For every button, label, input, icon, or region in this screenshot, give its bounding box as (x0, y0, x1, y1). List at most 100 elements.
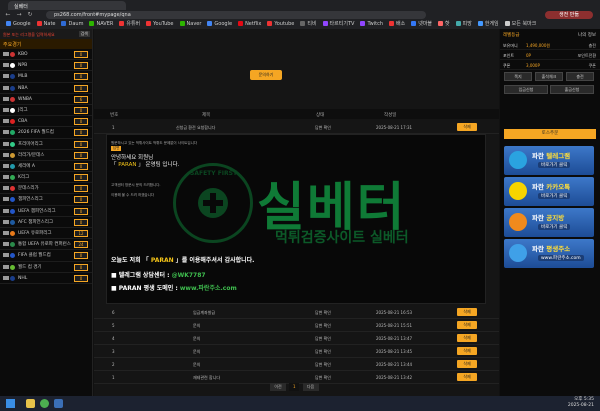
flag-icon (3, 242, 9, 247)
league-item[interactable]: 월드 컵 경기 0 (0, 262, 92, 273)
bookmark-item[interactable]: Google (6, 20, 31, 29)
bookmark-item[interactable]: NAVER (89, 20, 113, 29)
bookmark-item[interactable]: 핫 (438, 20, 450, 29)
league-item[interactable]: 세리에 A 0 (0, 161, 92, 173)
message-button[interactable]: 쪽지 (504, 72, 532, 81)
league-logo-icon (10, 208, 15, 214)
forward-icon[interactable]: → (15, 11, 23, 19)
bookmark-item[interactable]: Nate (36, 20, 55, 29)
banner-3[interactable]: 파란 공지방 바로가기 클릭 (504, 208, 594, 237)
bookmark-item[interactable]: 티비 (300, 20, 317, 29)
league-search[interactable]: 원본 또는 리그명을 입력하세요 검색 (0, 29, 92, 39)
league-item[interactable]: WNBA 6 (0, 94, 92, 105)
table-row[interactable]: 5 문의 답변 확인 2025-08-21 15:51 삭제 (94, 319, 499, 332)
bookmark-item[interactable]: Daum (61, 20, 83, 29)
deposit-link[interactable]: 충전 (589, 43, 596, 49)
bookmark-item[interactable]: 피망 (455, 20, 472, 29)
search-button[interactable]: 검색 (78, 31, 90, 37)
inquiry-button[interactable]: 문의하기 (250, 70, 282, 80)
league-logo-icon (10, 242, 15, 248)
table-row[interactable]: 6 임금계좌발급 답변 확인 2025-08-21 16:53 삭제 (94, 306, 499, 319)
delete-button[interactable]: 삭제 (457, 360, 477, 368)
league-item[interactable]: UEFA 유로파리그 12 (0, 228, 92, 240)
app-icon[interactable] (54, 399, 63, 408)
league-item[interactable]: NHL 0 (0, 273, 92, 284)
bookmark-item[interactable]: 모든 북마크 (504, 20, 536, 29)
chrome-icon[interactable] (40, 399, 49, 408)
row-number: 1 (112, 125, 115, 130)
flag-icon (3, 208, 9, 213)
delete-button[interactable]: 삭제 (457, 308, 477, 316)
league-item[interactable]: 라리가/분데스 0 (0, 150, 92, 161)
league-item[interactable]: 분데스리가 0 (0, 183, 92, 195)
bookmark-item[interactable]: 한게임 (477, 20, 499, 29)
attendance-button[interactable]: 출석체크 (535, 72, 563, 81)
league-item[interactable]: K리그 0 (0, 172, 92, 184)
bookmark-item[interactable]: 배소 (389, 20, 405, 29)
delete-button[interactable]: 삭제 (457, 334, 477, 342)
address-bar[interactable]: ps268.com/front#mypage/qna (46, 11, 426, 19)
toss-order-button[interactable]: 토스주문 (504, 129, 596, 139)
delete-button[interactable]: 삭제 (457, 373, 477, 381)
deposit-request-button[interactable]: 입금신청 (504, 85, 548, 94)
table-row[interactable]: 2 문의 답변 확인 2025-08-21 13:44 삭제 (94, 358, 499, 371)
delete-button[interactable]: 삭제 (457, 347, 477, 355)
reload-icon[interactable]: ↻ (26, 11, 34, 19)
bookmark-item[interactable]: Google (207, 20, 232, 29)
league-item[interactable]: AFC 챔피언스리그 0 (0, 217, 92, 228)
table-row[interactable]: 3 문의 답변 확인 2025-08-21 13:45 삭제 (94, 345, 499, 358)
start-icon[interactable] (6, 399, 15, 408)
banner-4[interactable]: 파란 평생주소 www.파란주소.com (504, 239, 594, 268)
bookmark-item[interactable]: 타르티기TV (322, 20, 354, 29)
league-item[interactable]: NBA 0 (0, 83, 92, 94)
bookmark-item[interactable]: Naver (179, 20, 201, 29)
bookmark-favicon-icon (360, 21, 366, 26)
folder-icon[interactable] (26, 399, 35, 408)
next-page-button[interactable]: 다음 (302, 383, 319, 391)
league-item[interactable]: KBO 0 (0, 49, 92, 61)
league-item[interactable]: CBA 0 (0, 116, 92, 128)
league-item[interactable]: UEFA 챔피언스리그 0 (0, 206, 92, 217)
banner-icon (509, 244, 527, 262)
league-item[interactable]: 통합 UEFA 유로파 컨퍼런스 24 (0, 239, 92, 251)
current-page[interactable]: 1 (289, 383, 300, 391)
my-info-link[interactable]: 나의 정보 (578, 32, 596, 38)
table-row[interactable]: 1 신청금 환전 요청합니다 답변 확인 2025-08-21 17:31 삭제 (94, 121, 499, 134)
flag-icon (3, 219, 9, 224)
league-count: 0 (74, 118, 88, 126)
league-logo-icon (10, 96, 15, 102)
league-item[interactable]: J리그 0 (0, 105, 92, 117)
delete-button[interactable]: 삭제 (457, 123, 477, 131)
bookmark-item[interactable]: 넷마블 (411, 20, 432, 29)
coupon-link[interactable]: 쿠폰 (589, 63, 596, 69)
delete-button[interactable]: 삭제 (457, 321, 477, 329)
browser-tab[interactable]: 실베터 (8, 1, 126, 10)
prev-page-button[interactable]: 이전 (270, 383, 286, 391)
bookmark-item[interactable]: 유튜버 (119, 20, 140, 29)
bookmark-item[interactable]: Netflix (238, 20, 261, 29)
bookmark-item[interactable]: YouTube (146, 20, 174, 29)
point-convert-link[interactable]: 포인트전환 (578, 53, 596, 59)
league-item[interactable]: 프리미어리그 0 (0, 139, 92, 150)
withdraw-request-button[interactable]: 출금신청 (550, 85, 594, 94)
row-date: 2025-08-21 13:44 (376, 362, 413, 367)
charge-button[interactable]: 충전 (566, 72, 594, 81)
right-panel: 레벨등급 나의 정보 보유머니 1,490,000원 충전 포인트 0P 포인트전환 쿠… (500, 29, 600, 396)
table-row[interactable]: 4 문의 답변 확인 2025-08-21 13:47 삭제 (94, 332, 499, 345)
back-icon[interactable]: ← (4, 11, 12, 19)
flag-icon (3, 264, 9, 269)
flag-icon (3, 275, 9, 280)
bookmark-item[interactable]: Twitch (360, 20, 383, 29)
row-number: 4 (112, 336, 115, 341)
profile-button[interactable]: 생전 만듦 (545, 11, 593, 19)
banner-1[interactable]: 파란 텔레그램 바로가기 클릭 (504, 146, 594, 175)
league-item[interactable]: FIFA 클럽 월드컵 0 (0, 250, 92, 262)
league-item[interactable]: 2026 FIFA 월드컵 0 (0, 127, 92, 139)
league-item[interactable]: NPB 0 (0, 60, 92, 72)
bookmark-item[interactable]: Youtube (267, 20, 294, 29)
banner-icon (509, 182, 527, 200)
banner-2[interactable]: 파란 카카오톡 바로가기 클릭 (504, 177, 594, 206)
league-item[interactable]: MLB 0 (0, 71, 92, 83)
answer-panel: SAFETY FIRST 실베터 먹튀검증사이트 실베터 원문하시고 있는 먹튀… (106, 134, 486, 304)
league-item[interactable]: 챔피언스리그 0 (0, 194, 92, 206)
